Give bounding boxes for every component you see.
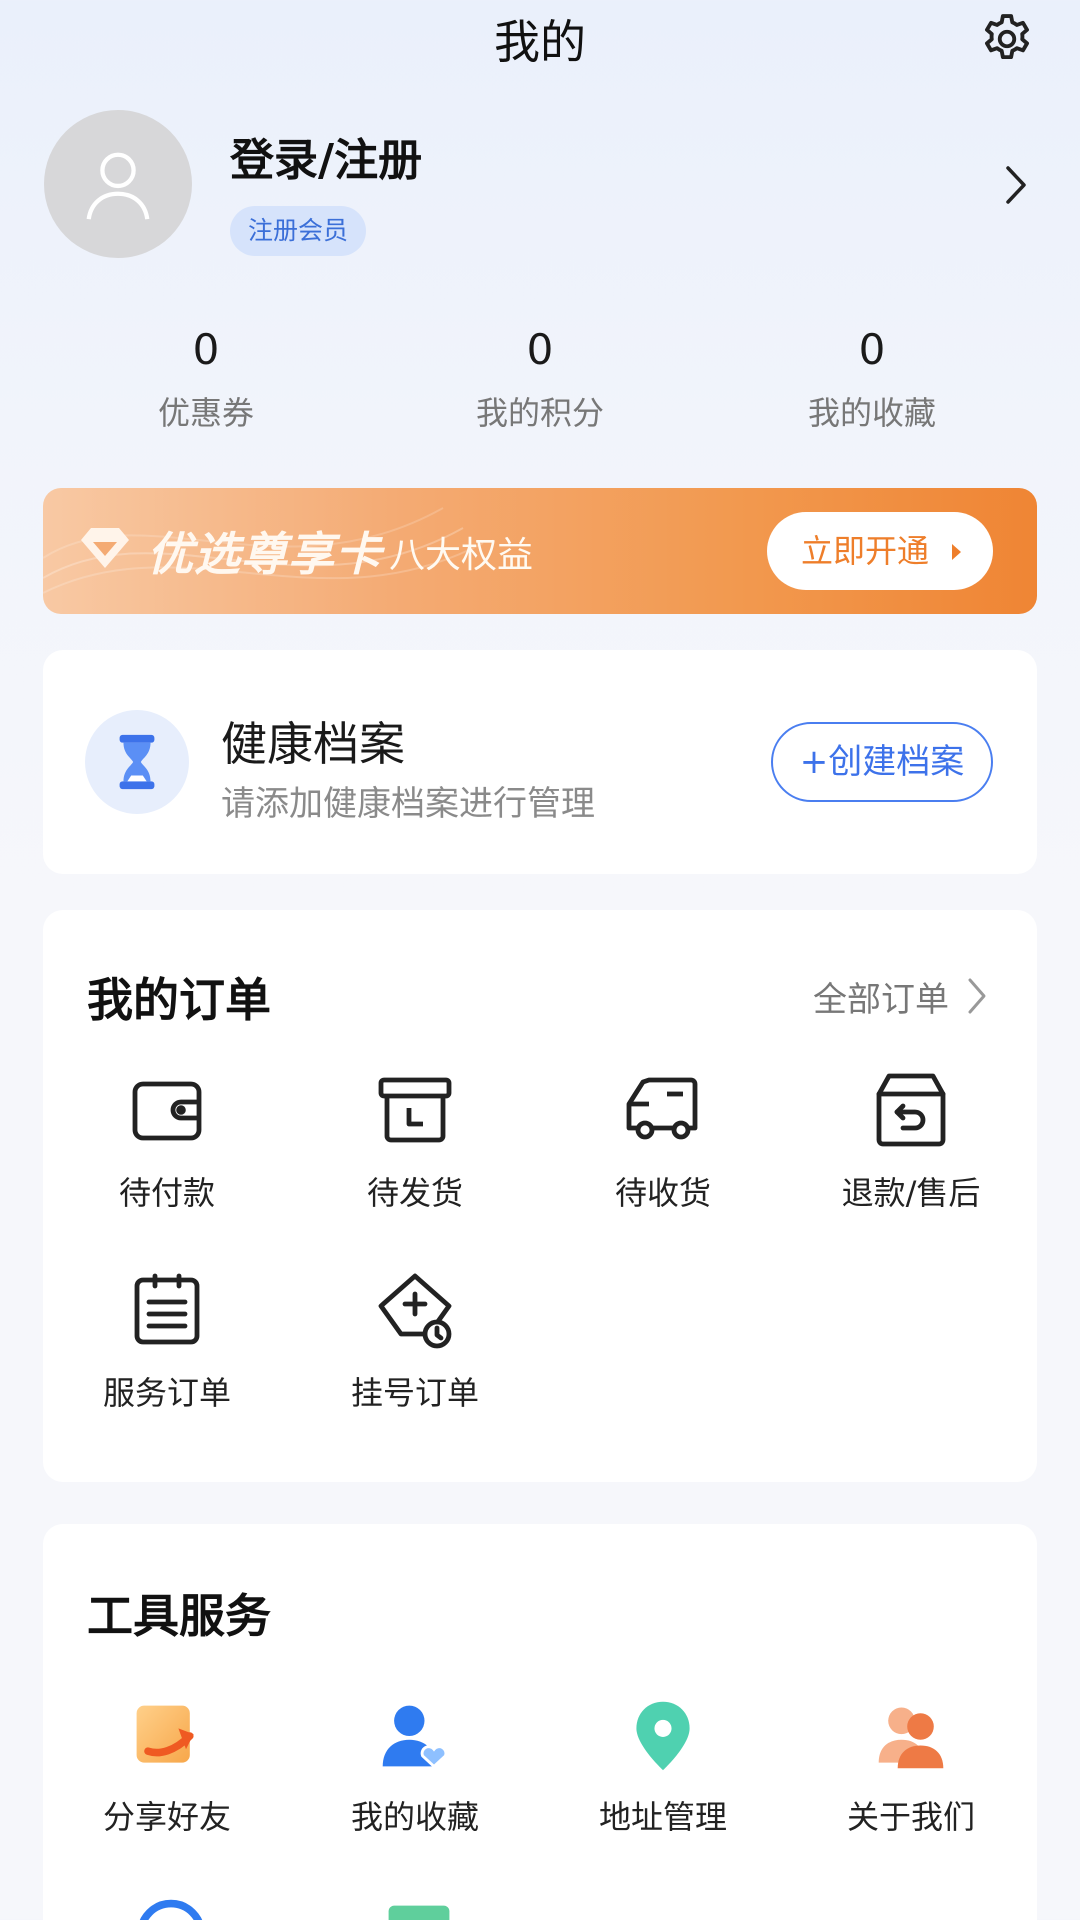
order-label: 待发货 <box>366 1174 463 1212</box>
health-subtitle: 请添加健康档案进行管理 <box>221 784 595 824</box>
stat-value: 0 <box>858 325 886 374</box>
truck-icon <box>623 1070 703 1150</box>
order-pending-receipt[interactable]: 待收货 <box>539 1070 787 1214</box>
avatar[interactable] <box>44 110 192 258</box>
login-register-link[interactable]: 登录/注册 <box>230 124 422 188</box>
order-label: 退款/售后 <box>841 1174 981 1212</box>
location-pin-icon <box>625 1698 701 1774</box>
stat-label: 优惠券 <box>157 394 254 432</box>
page-title: 我的 <box>494 15 586 69</box>
order-pending-shipment[interactable]: 待发货 <box>291 1070 539 1214</box>
stat-label: 我的积分 <box>475 394 604 432</box>
stat-coupons[interactable]: 0 优惠券 <box>56 320 356 434</box>
vip-subtitle: 八大权益 <box>389 535 534 576</box>
package-clock-icon <box>375 1070 455 1150</box>
order-label: 待付款 <box>118 1174 215 1212</box>
tool-share-friends[interactable]: 分享好友 <box>43 1698 291 1838</box>
clipboard-list-icon <box>127 1270 207 1350</box>
stat-value: 0 <box>526 325 554 374</box>
stat-label: 我的收藏 <box>807 394 936 432</box>
share-icon <box>129 1698 205 1774</box>
health-record-card: 健康档案 请添加健康档案进行管理 +创建档案 <box>43 650 1037 874</box>
activate-now-button[interactable]: 立即开通 <box>767 512 993 590</box>
activate-label: 立即开通 <box>801 532 930 570</box>
tool-label: 地址管理 <box>598 1798 727 1836</box>
order-label: 待收货 <box>614 1174 711 1212</box>
vip-title: 优选尊享卡 <box>147 527 382 581</box>
vip-card-banner[interactable]: 优选尊享卡 八大权益 立即开通 <box>43 488 1037 614</box>
all-orders-link[interactable]: 全部订单 <box>813 972 949 1021</box>
chevron-right-icon[interactable] <box>996 160 1036 210</box>
stat-value: 0 <box>192 325 220 374</box>
profile-row[interactable]: 登录/注册 注册会员 <box>44 110 1036 260</box>
stat-favorites[interactable]: 0 我的收藏 <box>722 320 1022 434</box>
caret-right-icon <box>952 544 961 560</box>
order-registration[interactable]: 挂号订单 <box>291 1270 539 1414</box>
orders-card: 我的订单 全部订单 待付款 待发货 待收货 退款/售后 服务订单 挂号订单 <box>43 910 1037 1482</box>
top-bar: 我的 <box>0 0 1080 78</box>
gear-icon[interactable] <box>978 10 1036 68</box>
tool-label: 关于我们 <box>846 1798 975 1836</box>
order-label: 服务订单 <box>102 1374 231 1412</box>
tool-partial-icon-1[interactable] <box>133 1896 209 1920</box>
order-service[interactable]: 服务订单 <box>43 1270 291 1414</box>
chevron-right-icon[interactable] <box>965 976 989 1016</box>
health-title: 健康档案 <box>221 717 405 771</box>
orders-title: 我的订单 <box>87 973 271 1027</box>
return-box-icon <box>871 1070 951 1150</box>
wallet-icon <box>127 1070 207 1150</box>
stat-points[interactable]: 0 我的积分 <box>390 320 690 434</box>
favorite-user-icon <box>377 1698 453 1774</box>
diamond-icon <box>79 526 131 574</box>
medical-tag-icon <box>375 1270 455 1350</box>
tool-label: 我的收藏 <box>350 1798 479 1836</box>
order-pending-payment[interactable]: 待付款 <box>43 1070 291 1214</box>
member-badge: 注册会员 <box>230 206 367 256</box>
tool-partial-icon-2[interactable] <box>381 1898 457 1920</box>
order-label: 挂号订单 <box>350 1374 479 1412</box>
create-record-button[interactable]: +创建档案 <box>771 722 993 802</box>
tools-title: 工具服务 <box>87 1589 271 1643</box>
tool-about-us[interactable]: 关于我们 <box>787 1698 1035 1838</box>
tools-card: 工具服务 分享好友 我的收藏 地址管理 关于我们 <box>43 1524 1037 1920</box>
tool-label: 分享好友 <box>102 1798 231 1836</box>
stats-row: 0 优惠券 0 我的积分 0 我的收藏 <box>0 320 1080 440</box>
hourglass-icon <box>85 710 189 814</box>
order-refund-aftersales[interactable]: 退款/售后 <box>787 1070 1035 1214</box>
tool-my-favorites[interactable]: 我的收藏 <box>291 1698 539 1838</box>
team-icon <box>873 1698 949 1774</box>
tool-address-management[interactable]: 地址管理 <box>539 1698 787 1838</box>
